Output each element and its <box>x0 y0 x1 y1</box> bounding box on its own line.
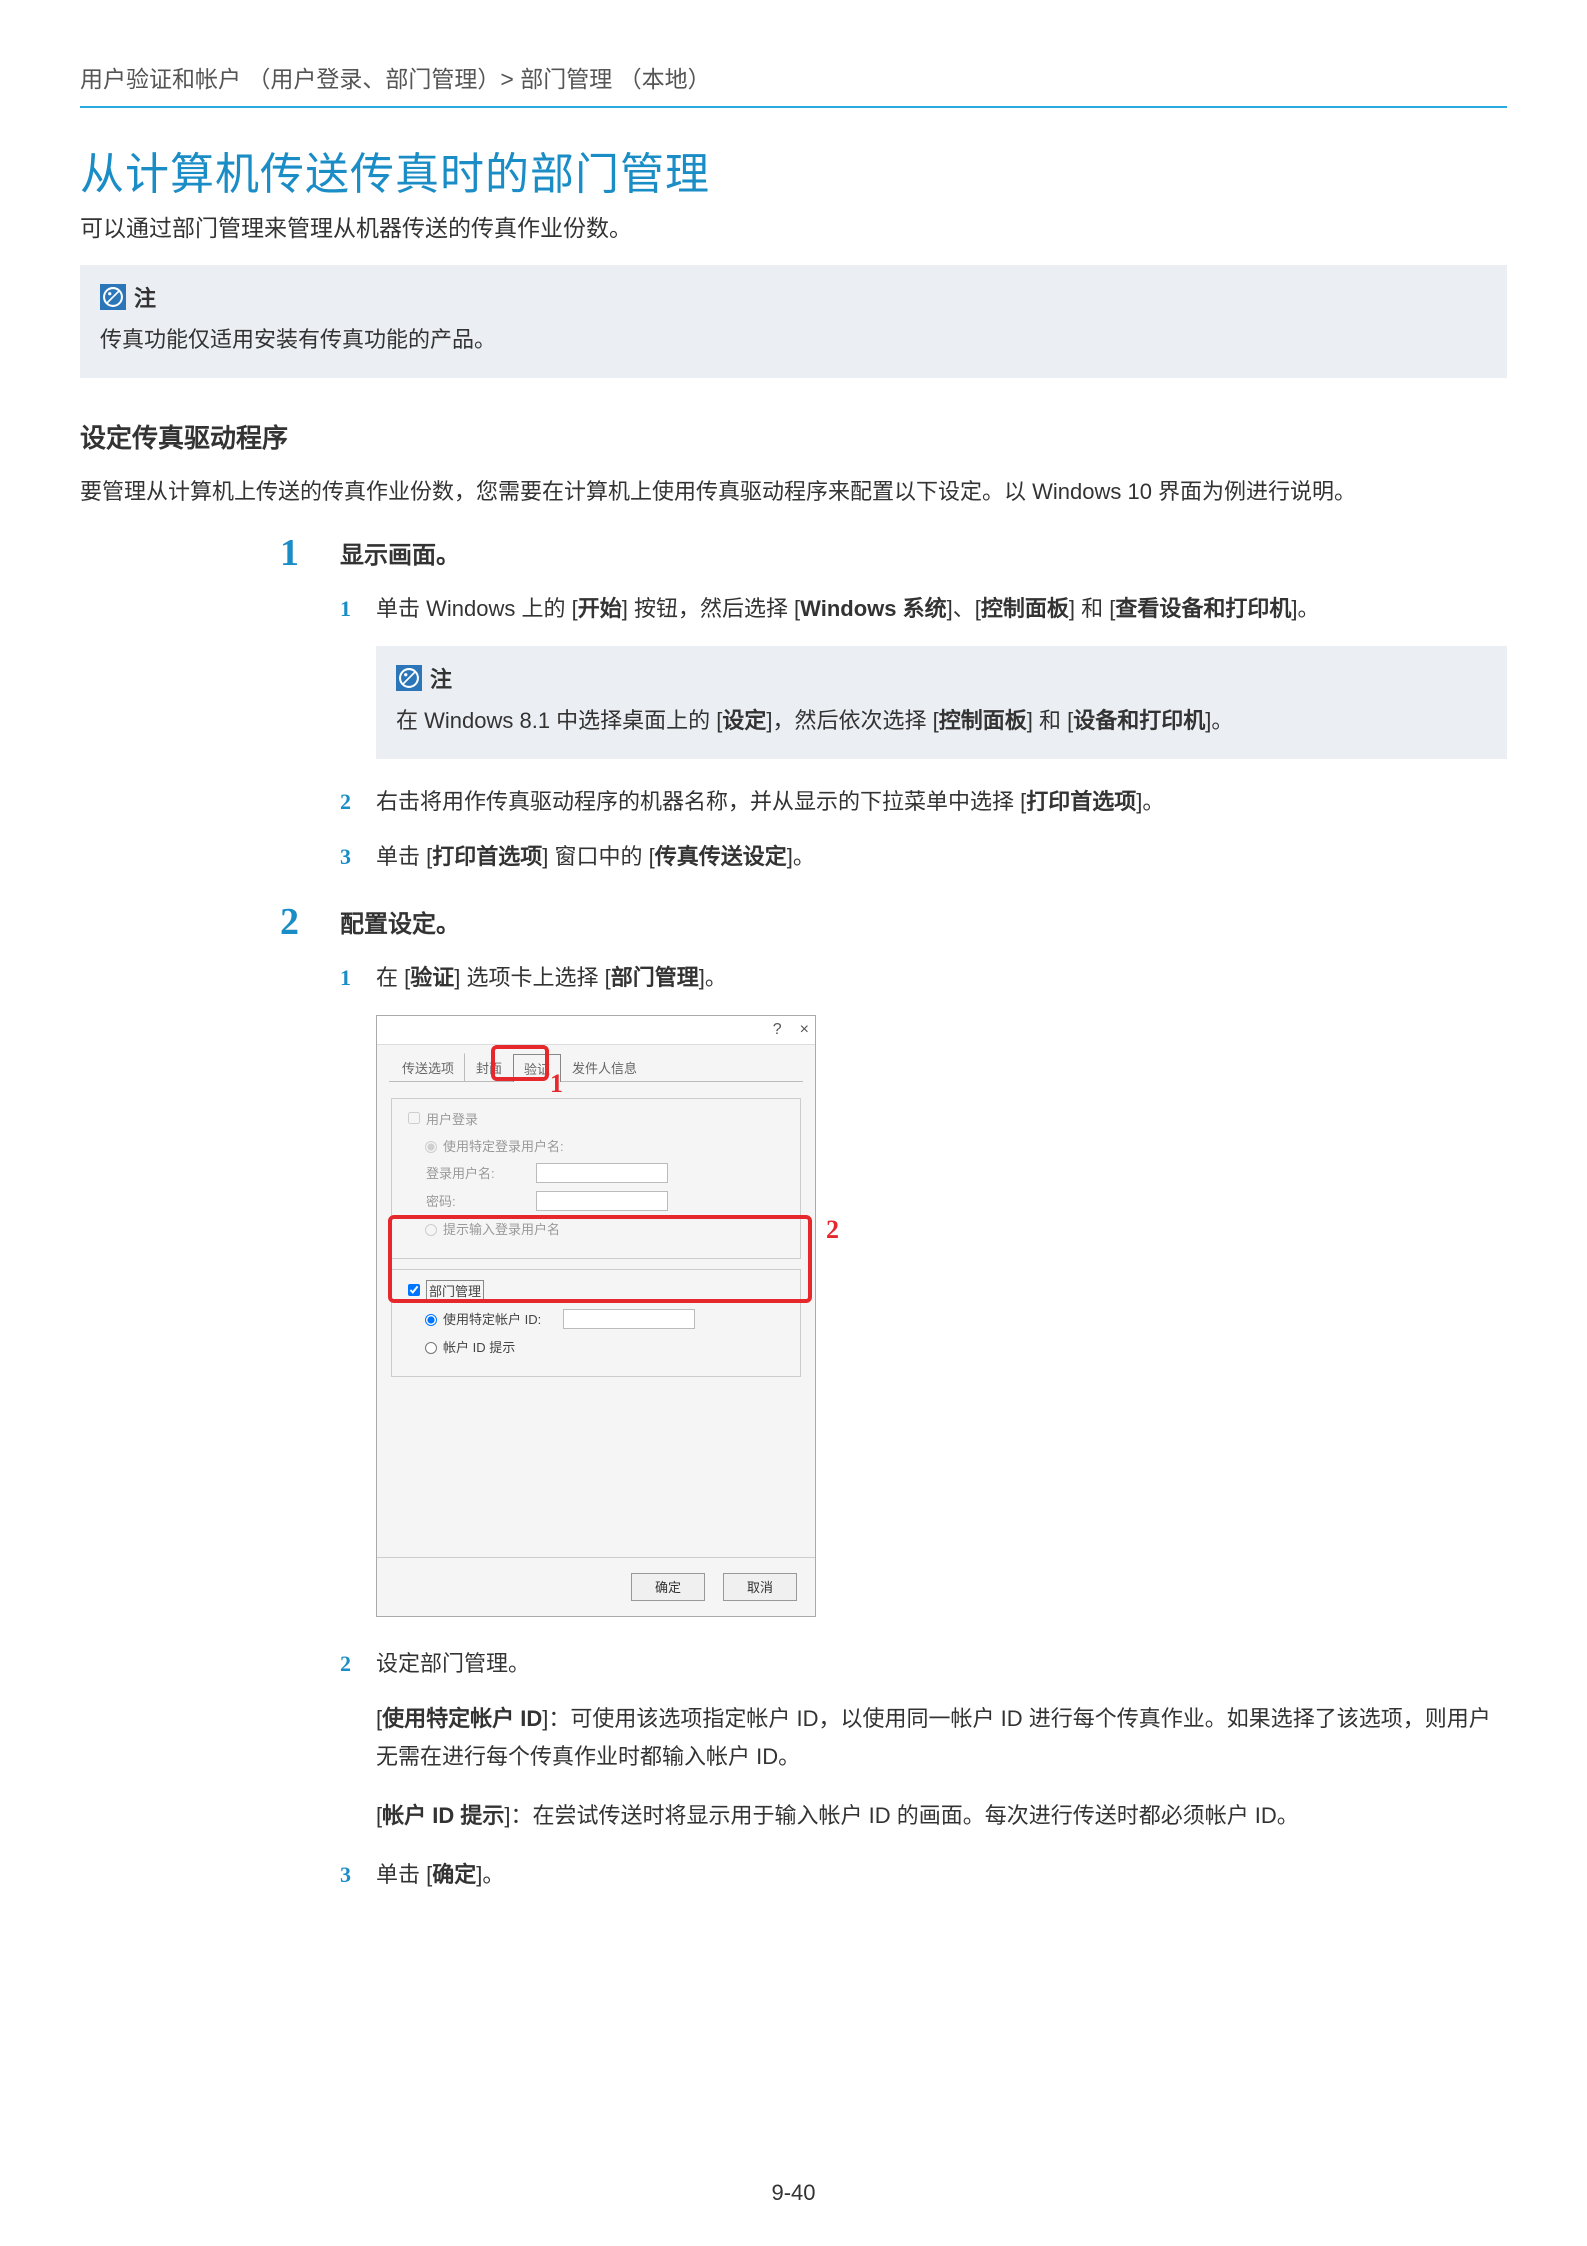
step-1-sub-1: 1 单击 Windows 上的 [开始] 按钮，然后选择 [Windows 系统… <box>340 590 1507 627</box>
acct-prompt-label: 帐户 ID 提示 <box>443 1337 515 1356</box>
step-number-2: 2 <box>280 900 340 946</box>
page-number: 9-40 <box>0 2180 1587 2206</box>
note-body-2: 在 Windows 8.1 中选择桌面上的 [设定]，然后依次选择 [控制面板]… <box>396 702 1487 739</box>
substep-number: 2 <box>340 783 376 820</box>
specific-user-radio[interactable] <box>425 1141 437 1153</box>
substep-number: 1 <box>340 959 376 996</box>
specific-acct-label: 使用特定帐户 ID: <box>443 1309 563 1328</box>
step-1-sub-3: 3 单击 [打印首选项] 窗口中的 [传真传送设定]。 <box>340 838 1507 875</box>
cancel-button[interactable]: 取消 <box>723 1573 797 1601</box>
login-user-label: 登录用户名: <box>404 1163 536 1182</box>
step-1-title: 显示画面。 <box>340 535 460 570</box>
password-label: 密码: <box>404 1191 536 1210</box>
dialog-screenshot: ? × 传送选项 封面 验证 发件人信息 用户登录 <box>376 1015 846 1617</box>
specific-user-label: 使用特定登录用户名: <box>443 1136 564 1155</box>
section-heading: 设定传真驱动程序 <box>80 418 1507 455</box>
step-number-1: 1 <box>280 531 340 577</box>
user-login-label: 用户登录 <box>426 1109 478 1128</box>
password-input[interactable] <box>536 1191 668 1211</box>
callout-num-1: 1 <box>550 1069 563 1099</box>
divider-top <box>80 106 1507 108</box>
breadcrumb: 用户验证和帐户 （用户登录、部门管理）> 部门管理 （本地） <box>80 60 1507 106</box>
note-icon <box>100 284 126 310</box>
step-2-sub-2: 2 设定部门管理。 <box>340 1645 1507 1682</box>
note-icon <box>396 665 422 691</box>
step-2-sub-1: 1 在 [验证] 选项卡上选择 [部门管理]。 <box>340 959 1507 996</box>
callout-num-2: 2 <box>826 1215 839 1245</box>
substep-number: 3 <box>340 1856 376 1893</box>
tabs-row: 传送选项 封面 验证 发件人信息 <box>377 1045 815 1081</box>
ok-button[interactable]: 确定 <box>631 1573 705 1601</box>
step-2-sub-3: 3 单击 [确定]。 <box>340 1856 1507 1893</box>
specific-acct-radio[interactable] <box>425 1314 437 1326</box>
substep-number: 3 <box>340 838 376 875</box>
user-login-checkbox[interactable] <box>408 1112 420 1124</box>
callout-box-1 <box>491 1045 549 1081</box>
help-icon[interactable]: ? <box>773 1021 782 1039</box>
login-user-input[interactable] <box>536 1163 668 1183</box>
intro-paragraph: 可以通过部门管理来管理从机器传送的传真作业份数。 <box>80 210 1507 247</box>
callout-box-2 <box>388 1215 812 1303</box>
page-title: 从计算机传送传真时的部门管理 <box>80 138 1507 202</box>
substep-text: 在 [验证] 选项卡上选择 [部门管理]。 <box>376 959 1507 996</box>
note-box-1: 注 传真功能仅适用安装有传真功能的产品。 <box>80 265 1507 378</box>
dialog-titlebar: ? × <box>377 1016 815 1045</box>
tab-sender[interactable]: 发件人信息 <box>561 1053 648 1081</box>
dialog-footer: 确定 取消 <box>377 1557 815 1616</box>
note-label: 注 <box>430 662 452 694</box>
acct-id-input[interactable] <box>563 1309 695 1329</box>
note-label: 注 <box>134 281 156 313</box>
substep-text: 单击 [确定]。 <box>376 1856 1507 1893</box>
desc-specific-acct: [使用特定帐户 ID]：可使用该选项指定帐户 ID，以使用同一帐户 ID 进行每… <box>376 1700 1507 1775</box>
section-paragraph: 要管理从计算机上传送的传真作业份数，您需要在计算机上使用传真驱动程序来配置以下设… <box>80 473 1507 510</box>
step-2: 2 配置设定。 <box>280 900 1507 946</box>
substep-text: 右击将用作传真驱动程序的机器名称，并从显示的下拉菜单中选择 [打印首选项]。 <box>376 783 1507 820</box>
substep-text: 单击 [打印首选项] 窗口中的 [传真传送设定]。 <box>376 838 1507 875</box>
substep-text: 单击 Windows 上的 [开始] 按钮，然后选择 [Windows 系统]、… <box>376 590 1507 627</box>
step-2-title: 配置设定。 <box>340 904 460 939</box>
close-icon[interactable]: × <box>800 1021 809 1039</box>
note-box-2: 注 在 Windows 8.1 中选择桌面上的 [设定]，然后依次选择 [控制面… <box>376 646 1507 759</box>
substep-text: 设定部门管理。 <box>376 1645 1507 1682</box>
substep-number: 1 <box>340 590 376 627</box>
substep-number: 2 <box>340 1645 376 1682</box>
acct-prompt-radio[interactable] <box>425 1342 437 1354</box>
desc-prompt-acct: [帐户 ID 提示]：在尝试传送时将显示用于输入帐户 ID 的画面。每次进行传送… <box>376 1797 1507 1834</box>
step-1-sub-2: 2 右击将用作传真驱动程序的机器名称，并从显示的下拉菜单中选择 [打印首选项]。 <box>340 783 1507 820</box>
note-body-1: 传真功能仅适用安装有传真功能的产品。 <box>100 321 1487 358</box>
step-1: 1 显示画面。 <box>280 531 1507 577</box>
tab-send-options[interactable]: 传送选项 <box>391 1053 465 1081</box>
